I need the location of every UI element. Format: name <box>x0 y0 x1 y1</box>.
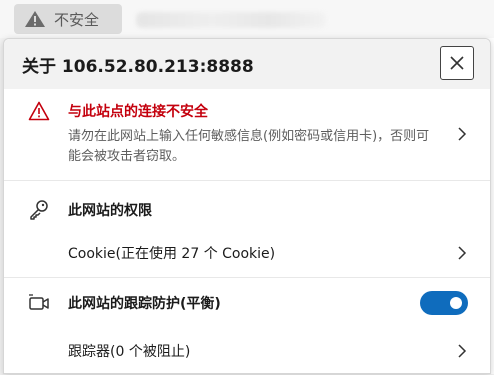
cookie-row[interactable]: Cookie(正在使用 27 个 Cookie) <box>4 228 490 278</box>
close-button[interactable] <box>440 46 474 80</box>
connection-text: 与此站点的连接不安全 请勿在此网站上输入任何敏感信息(例如密码或信用卡)，否则可… <box>68 101 430 167</box>
trackers-label: 跟踪器(0 个被阻止) <box>68 344 191 360</box>
tracking-section: 此网站的跟踪防护(平衡) 跟踪器(0 个被阻止) <box>4 278 490 375</box>
tracking-header: 此网站的跟踪防护(平衡) <box>4 278 490 327</box>
warning-triangle-icon <box>28 101 50 121</box>
chevron-right-icon <box>458 246 467 260</box>
key-icon <box>30 200 48 220</box>
connection-row[interactable]: 与此站点的连接不安全 请勿在此网站上输入任何敏感信息(例如密码或信用卡)，否则可… <box>4 89 490 181</box>
permissions-section: 此网站的权限 Cookie(正在使用 27 个 Cookie) <box>4 181 490 278</box>
permissions-header: 此网站的权限 <box>4 181 490 228</box>
popup-header: 关于 106.52.80.213:8888 <box>4 39 490 89</box>
warning-triangle-icon <box>25 11 45 27</box>
site-info-popup: 关于 106.52.80.213:8888 与此站点的连接不安全 请勿在此网站上… <box>3 38 491 374</box>
blurred-url <box>136 12 326 28</box>
connection-title: 与此站点的连接不安全 <box>68 104 208 120</box>
cookie-label: Cookie(正在使用 27 个 Cookie) <box>68 246 276 262</box>
toggle-knob <box>450 297 462 309</box>
tracking-prevention-toggle[interactable] <box>420 291 468 315</box>
connection-section: 与此站点的连接不安全 请勿在此网站上输入任何敏感信息(例如密码或信用卡)，否则可… <box>4 89 490 181</box>
chevron-right-icon <box>458 344 467 358</box>
connection-description: 请勿在此网站上输入任何敏感信息(例如密码或信用卡)，否则可能会被攻击者窃取。 <box>68 129 430 164</box>
camera-tracking-icon <box>29 293 49 310</box>
popup-title: 关于 106.52.80.213:8888 <box>22 56 254 77</box>
trackers-row[interactable]: 跟踪器(0 个被阻止) <box>4 327 490 375</box>
chevron-right-icon <box>458 127 467 141</box>
not-secure-label: 不安全 <box>54 10 100 29</box>
close-icon <box>450 56 464 70</box>
not-secure-indicator[interactable]: 不安全 <box>14 4 122 34</box>
tracking-title: 此网站的跟踪防护(平衡) <box>68 295 221 312</box>
permissions-title: 此网站的权限 <box>68 203 152 219</box>
